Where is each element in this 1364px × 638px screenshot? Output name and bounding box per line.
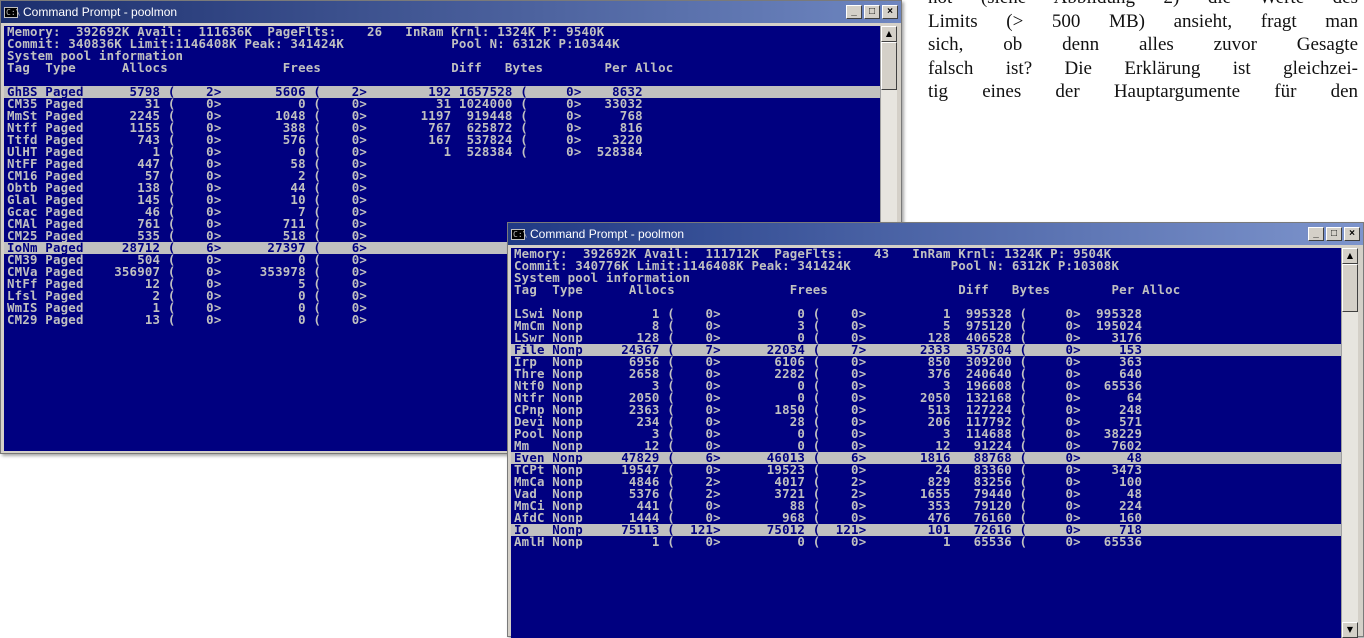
maximize-button[interactable]: □ bbox=[1326, 227, 1342, 241]
scroll-thumb[interactable] bbox=[1342, 264, 1358, 312]
console-output[interactable]: Memory: 392692K Avail: 111712K PageFlts:… bbox=[511, 248, 1341, 638]
console-icon[interactable]: C:\ bbox=[511, 228, 527, 240]
close-button[interactable]: × bbox=[882, 5, 898, 19]
scroll-up-arrow-icon[interactable]: ▲ bbox=[1342, 248, 1358, 264]
command-prompt-window-nonpaged[interactable]: C:\ Command Prompt - poolmon _ □ × Memor… bbox=[507, 222, 1364, 638]
close-button[interactable]: × bbox=[1344, 227, 1360, 241]
title-bar[interactable]: C:\ Command Prompt - poolmon _ □ × bbox=[1, 1, 901, 23]
article-text: hot (siehe Abbildung 2) die Werte des Li… bbox=[928, 0, 1358, 104]
article-line: tig eines der Hauptargumente für den bbox=[928, 81, 1358, 102]
minimize-button[interactable]: _ bbox=[1308, 227, 1324, 241]
pool-table: LSwi Nonp 1 ( 0> 0 ( 0> 1 995328 ( 0> 99… bbox=[511, 307, 1341, 549]
window-title: Command Prompt - poolmon bbox=[530, 227, 685, 241]
article-line: Limits (> 500 MB) ansieht, fragt man bbox=[928, 10, 1358, 32]
pool-header: Memory: 392692K Avail: 111636K PageFlts:… bbox=[4, 26, 880, 86]
minimize-button[interactable]: _ bbox=[846, 5, 862, 19]
console-header-line: Tag Type Allocs Frees Diff Bytes Per All… bbox=[514, 282, 1181, 297]
scroll-up-arrow-icon[interactable]: ▲ bbox=[881, 26, 897, 42]
title-bar[interactable]: C:\ Command Prompt - poolmon _ □ × bbox=[508, 223, 1363, 245]
vertical-scrollbar[interactable]: ▲ ▼ bbox=[1341, 248, 1358, 638]
article-line: falsch ist? Die Erklärung ist gleichzei- bbox=[928, 57, 1358, 79]
window-title: Command Prompt - poolmon bbox=[23, 5, 178, 19]
article-line: sich, ob denn alles zuvor Gesagte bbox=[928, 34, 1358, 55]
pool-header: Memory: 392692K Avail: 111712K PageFlts:… bbox=[511, 248, 1341, 308]
console-icon[interactable]: C:\ bbox=[4, 6, 20, 18]
article-line: hot (siehe Abbildung 2) die Werte des bbox=[928, 0, 1358, 10]
maximize-button[interactable]: □ bbox=[864, 5, 880, 19]
scroll-down-arrow-icon[interactable]: ▼ bbox=[1342, 622, 1358, 638]
scroll-thumb[interactable] bbox=[881, 42, 897, 90]
console-header-line: Tag Type Allocs Frees Diff Bytes Per All… bbox=[7, 60, 674, 75]
table-row: AmlH Nonp 1 ( 0> 0 ( 0> 1 65536 ( 0> 655… bbox=[514, 534, 1143, 549]
